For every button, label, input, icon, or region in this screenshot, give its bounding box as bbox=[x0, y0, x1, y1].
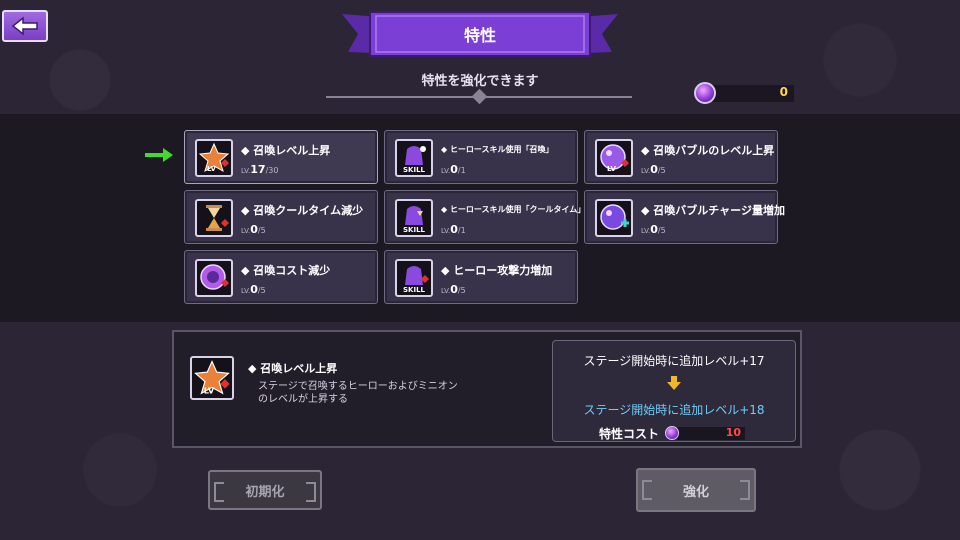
cost-value: 10 bbox=[725, 426, 741, 439]
trait-name: ◆ ヒーロー攻撃力増加 bbox=[441, 264, 553, 277]
trait-card-summon-level[interactable]: LV ◆ 召喚レベル上昇 LV.17/30 bbox=[184, 130, 378, 184]
trait-card-hero-attack[interactable]: SKILL ◆ ヒーロー攻撃力増加 LV.0/5 bbox=[384, 250, 578, 304]
page-title: 特性 bbox=[463, 26, 496, 45]
trait-level: LV.0/5 bbox=[241, 283, 266, 296]
trait-name: ◆ ヒーロースキル使用「クールタイム」 bbox=[441, 205, 586, 214]
trait-name: ◆ 召喚バブルのレベル上昇 bbox=[641, 144, 775, 157]
svg-text:SKILL: SKILL bbox=[403, 226, 426, 234]
trait-name: ◆ 召喚バブルチャージ量増加 bbox=[641, 204, 785, 217]
trait-card-hero-skill-summon[interactable]: SKILL ◆ ヒーロースキル使用「召喚」 LV.0/1 bbox=[384, 130, 578, 184]
svg-text:LV: LV bbox=[607, 165, 616, 173]
trait-name: ◆ 召喚レベル上昇 bbox=[241, 144, 331, 157]
trait-level: LV.0/1 bbox=[441, 223, 466, 236]
back-arrow-icon bbox=[11, 16, 38, 36]
orb-cost-icon bbox=[195, 259, 233, 297]
next-effect: ステージ開始時に追加レベル+18 bbox=[583, 403, 765, 417]
skill-attack-icon: SKILL bbox=[395, 259, 433, 297]
trait-name: ◆ 召喚クールタイム減少 bbox=[241, 204, 364, 217]
svg-text:SKILL: SKILL bbox=[403, 166, 426, 174]
skill-hero-icon: SKILL bbox=[395, 139, 433, 177]
detail-description: ステージで召喚するヒーローおよびミニオンのレベルが上昇する bbox=[258, 381, 458, 405]
svg-text:SKILL: SKILL bbox=[403, 286, 426, 294]
detail-trait-name: ◆ 召喚レベル上昇 bbox=[248, 362, 338, 375]
pointer-arrow-icon bbox=[145, 148, 173, 162]
cost-label: 特性コスト bbox=[599, 427, 660, 441]
title-ribbon: 特性 bbox=[340, 8, 620, 64]
trait-card-bubble-level[interactable]: LV ◆ 召喚バブルのレベル上昇 LV.0/5 bbox=[584, 130, 778, 184]
trait-level: LV.0/1 bbox=[441, 163, 466, 176]
trait-level: LV.0/5 bbox=[641, 223, 666, 236]
trait-card-summon-cost[interactable]: ◆ 召喚コスト減少 LV.0/5 bbox=[184, 250, 378, 304]
trait-orb-icon bbox=[694, 82, 716, 104]
summon-level-star-icon: LV bbox=[190, 356, 234, 400]
trait-card-bubble-charge[interactable]: ◆ 召喚バブルチャージ量増加 LV.0/5 bbox=[584, 190, 785, 244]
trait-level: LV.17/30 bbox=[241, 163, 279, 176]
page-subtitle: 特性を強化できます bbox=[421, 74, 539, 89]
trait-point-counter: 0 bbox=[694, 82, 794, 104]
svg-text:LV: LV bbox=[204, 385, 215, 395]
trait-level: LV.0/5 bbox=[241, 223, 266, 236]
summon-level-star-icon: LV bbox=[195, 139, 233, 177]
trait-card-summon-cooldown[interactable]: ◆ 召喚クールタイム減少 LV.0/5 bbox=[184, 190, 378, 244]
down-arrow-icon bbox=[667, 376, 681, 390]
trait-point-amount: 0 bbox=[779, 85, 788, 99]
trait-detail-panel: LV ◆ 召喚レベル上昇 ステージで召喚するヒーローおよびミニオンのレベルが上昇… bbox=[172, 330, 802, 448]
trait-level: LV.0/5 bbox=[641, 163, 666, 176]
reset-button[interactable]: 初期化 bbox=[208, 470, 322, 510]
effect-preview: ステージ開始時に追加レベル+17 ステージ開始時に追加レベル+18 特性コスト … bbox=[552, 340, 796, 442]
svg-text:LV: LV bbox=[207, 165, 216, 173]
hourglass-icon bbox=[195, 199, 233, 237]
trait-name: ◆ ヒーロースキル使用「召喚」 bbox=[441, 145, 554, 154]
bubble-charge-icon bbox=[595, 199, 633, 237]
back-button[interactable] bbox=[2, 10, 48, 42]
trait-level: LV.0/5 bbox=[441, 283, 466, 296]
current-effect: ステージ開始時に追加レベル+17 bbox=[583, 354, 765, 368]
upgrade-button[interactable]: 強化 bbox=[636, 468, 756, 512]
bubble-level-icon: LV bbox=[595, 139, 633, 177]
trait-name: ◆ 召喚コスト減少 bbox=[241, 264, 331, 277]
trait-card-hero-skill-cooldown[interactable]: SKILL ◆ ヒーロースキル使用「クールタイム」 LV.0/1 bbox=[384, 190, 585, 244]
skill-hourglass-icon: SKILL bbox=[395, 199, 433, 237]
